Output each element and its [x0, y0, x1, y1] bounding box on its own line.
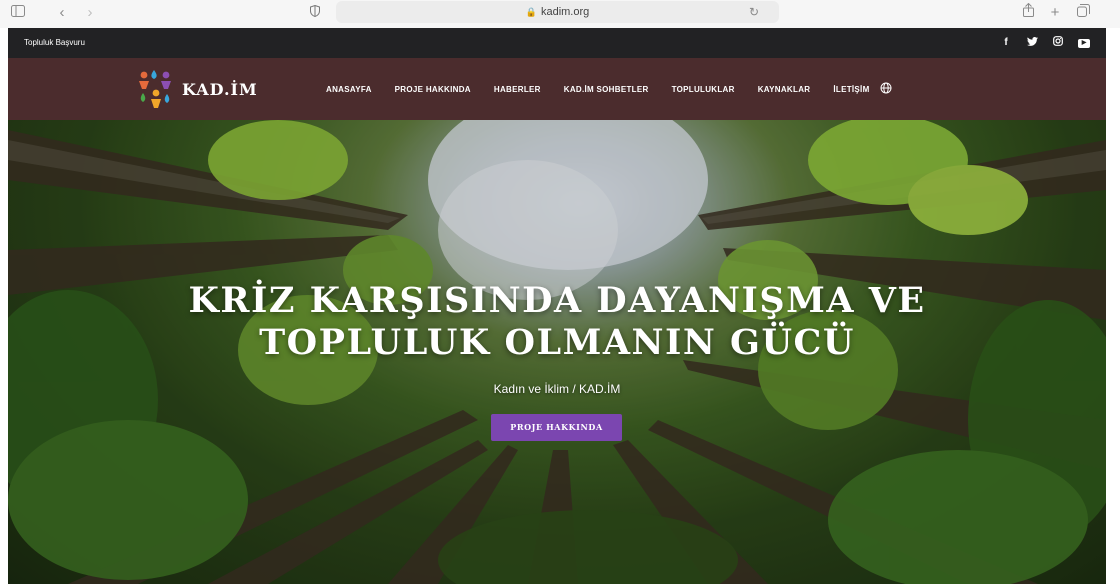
site-logo[interactable]: KAD.İM [136, 67, 258, 111]
top-utility-bar: Topluluk Başvuru f ▶ [8, 28, 1106, 58]
address-bar[interactable]: 🔒 kadim.org ↻ [336, 1, 779, 23]
about-project-button[interactable]: PROJE HAKKINDA [491, 414, 622, 441]
privacy-shield-icon[interactable] [308, 3, 322, 23]
hero-subtitle: Kadın ve İklim / KAD.İM [493, 382, 621, 396]
reload-icon[interactable]: ↻ [749, 1, 759, 23]
instagram-icon[interactable] [1052, 36, 1064, 50]
nav-item-about-project[interactable]: PROJE HAKKINDA [395, 85, 471, 94]
main-navbar: KAD.İM ANASAYFA PROJE HAKKINDA HABERLER … [8, 58, 1106, 120]
nav-item-news[interactable]: HABERLER [494, 85, 541, 94]
nav-item-conversations[interactable]: KAD.İM SOHBETLER [564, 85, 649, 94]
tabs-overview-icon[interactable] [1076, 3, 1090, 23]
logo-figures-icon [136, 67, 176, 111]
youtube-icon[interactable]: ▶ [1078, 38, 1090, 48]
sidebar-icon[interactable] [10, 3, 26, 23]
logo-text: KAD.İM [182, 79, 258, 99]
nav-item-resources[interactable]: KAYNAKLAR [758, 85, 811, 94]
web-page: Topluluk Başvuru f ▶ KAD.İM ANASAYFA PRO… [8, 28, 1106, 584]
url-text: kadim.org [540, 6, 590, 18]
hero-title-line-1: KRİZ KARŞISINDA DAYANIŞMA VE [188, 280, 926, 321]
lock-icon: 🔒 [525, 7, 537, 17]
nav-item-contact[interactable]: İLETİŞİM [833, 85, 869, 94]
hero-banner: KRİZ KARŞISINDA DAYANIŞMA VE TOPLULUK OL… [8, 120, 1106, 584]
language-globe-icon[interactable] [880, 82, 892, 97]
back-icon[interactable]: ‹ [56, 3, 68, 23]
social-links: f ▶ [1000, 28, 1090, 58]
new-tab-icon[interactable]: + [1048, 3, 1062, 23]
nav-menu: ANASAYFA PROJE HAKKINDA HABERLER KAD.İM … [326, 58, 892, 120]
facebook-icon[interactable]: f [1000, 37, 1012, 49]
forward-icon[interactable]: › [84, 3, 96, 23]
community-apply-link[interactable]: Topluluk Başvuru [24, 28, 85, 58]
twitter-icon[interactable] [1026, 36, 1038, 50]
nav-item-home[interactable]: ANASAYFA [326, 85, 372, 94]
hero-title-line-2: TOPLULUK OLMANIN GÜCÜ [259, 322, 855, 363]
browser-toolbar: ‹ › 🔒 kadim.org ↻ + [0, 0, 1120, 28]
hero-title: KRİZ KARŞISINDA DAYANIŞMA VE TOPLULUK OL… [8, 280, 1106, 364]
nav-item-communities[interactable]: TOPLULUKLAR [672, 85, 735, 94]
share-icon[interactable] [1021, 2, 1035, 23]
